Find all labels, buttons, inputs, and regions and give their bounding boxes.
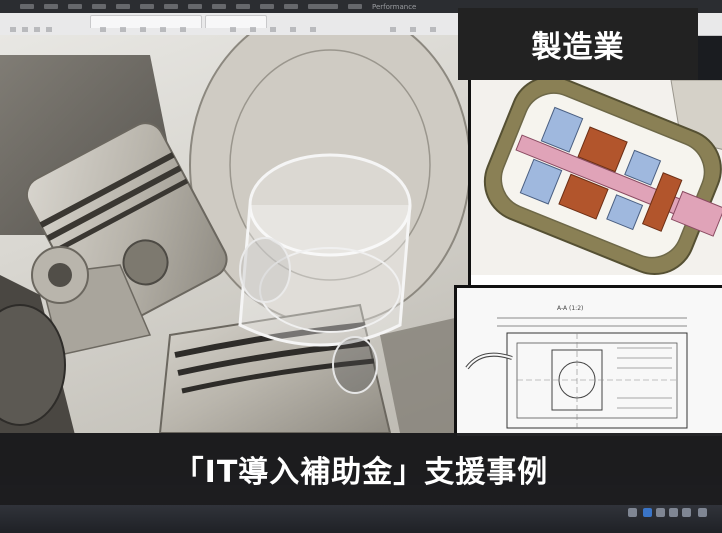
- tool-icon[interactable]: [410, 27, 416, 32]
- app-icon[interactable]: [643, 508, 652, 517]
- tool-icon[interactable]: [140, 27, 146, 32]
- menu-item[interactable]: [188, 4, 202, 9]
- menu-item[interactable]: [308, 4, 338, 9]
- tool-icon[interactable]: [10, 27, 16, 32]
- cutaway-panel[interactable]: [468, 75, 722, 285]
- tool-icon[interactable]: [100, 27, 106, 32]
- title-banner: 「IT導入補助金」支援事例: [0, 433, 722, 505]
- tool-icon[interactable]: [120, 27, 126, 32]
- menu-item[interactable]: [68, 4, 82, 9]
- menu-item[interactable]: [140, 4, 154, 9]
- cutaway-render: [471, 75, 722, 285]
- tool-icon[interactable]: [290, 27, 296, 32]
- app-icon[interactable]: [682, 508, 691, 517]
- menu-item[interactable]: [284, 4, 298, 9]
- tool-icon[interactable]: [230, 27, 236, 32]
- category-badge: 製造業: [458, 8, 698, 80]
- technical-drawing: A-A (1:2): [457, 288, 722, 436]
- tool-icon[interactable]: [160, 27, 166, 32]
- app-icon[interactable]: [628, 508, 637, 517]
- tool-icon[interactable]: [22, 27, 28, 32]
- tool-icon[interactable]: [310, 27, 316, 32]
- menu-item[interactable]: [20, 4, 34, 9]
- menu-item[interactable]: [164, 4, 178, 9]
- app-icon[interactable]: [656, 508, 665, 517]
- menu-item[interactable]: [116, 4, 130, 9]
- document-tab[interactable]: [205, 15, 267, 28]
- tool-icon[interactable]: [270, 27, 276, 32]
- menu-item[interactable]: [260, 4, 274, 9]
- section-label: A-A (1:2): [557, 305, 583, 312]
- menu-item[interactable]: [348, 4, 362, 9]
- tool-icon[interactable]: [180, 27, 186, 32]
- title-banner-text: 「IT導入補助金」支援事例: [173, 455, 549, 490]
- menu-item[interactable]: [212, 4, 226, 9]
- menu-item[interactable]: [92, 4, 106, 9]
- menu-item[interactable]: [44, 4, 58, 9]
- app-icon[interactable]: [669, 508, 678, 517]
- tool-icon[interactable]: [430, 27, 436, 32]
- 3d-viewport[interactable]: [0, 4, 471, 435]
- menu-tab-performance[interactable]: Performance: [372, 3, 416, 11]
- app-icon[interactable]: [698, 508, 707, 517]
- tool-icon[interactable]: [46, 27, 52, 32]
- cad-screenshot: Performance A-A (1:2) 製造業 「IT導入補助金」支援事例: [0, 0, 722, 533]
- category-badge-label: 製造業: [531, 30, 625, 65]
- tool-icon[interactable]: [250, 27, 256, 32]
- menu-item[interactable]: [236, 4, 250, 9]
- piston-model-render: [0, 4, 471, 435]
- tool-icon[interactable]: [34, 27, 40, 32]
- technical-drawing-panel[interactable]: A-A (1:2): [454, 285, 722, 436]
- tool-icon[interactable]: [390, 27, 396, 32]
